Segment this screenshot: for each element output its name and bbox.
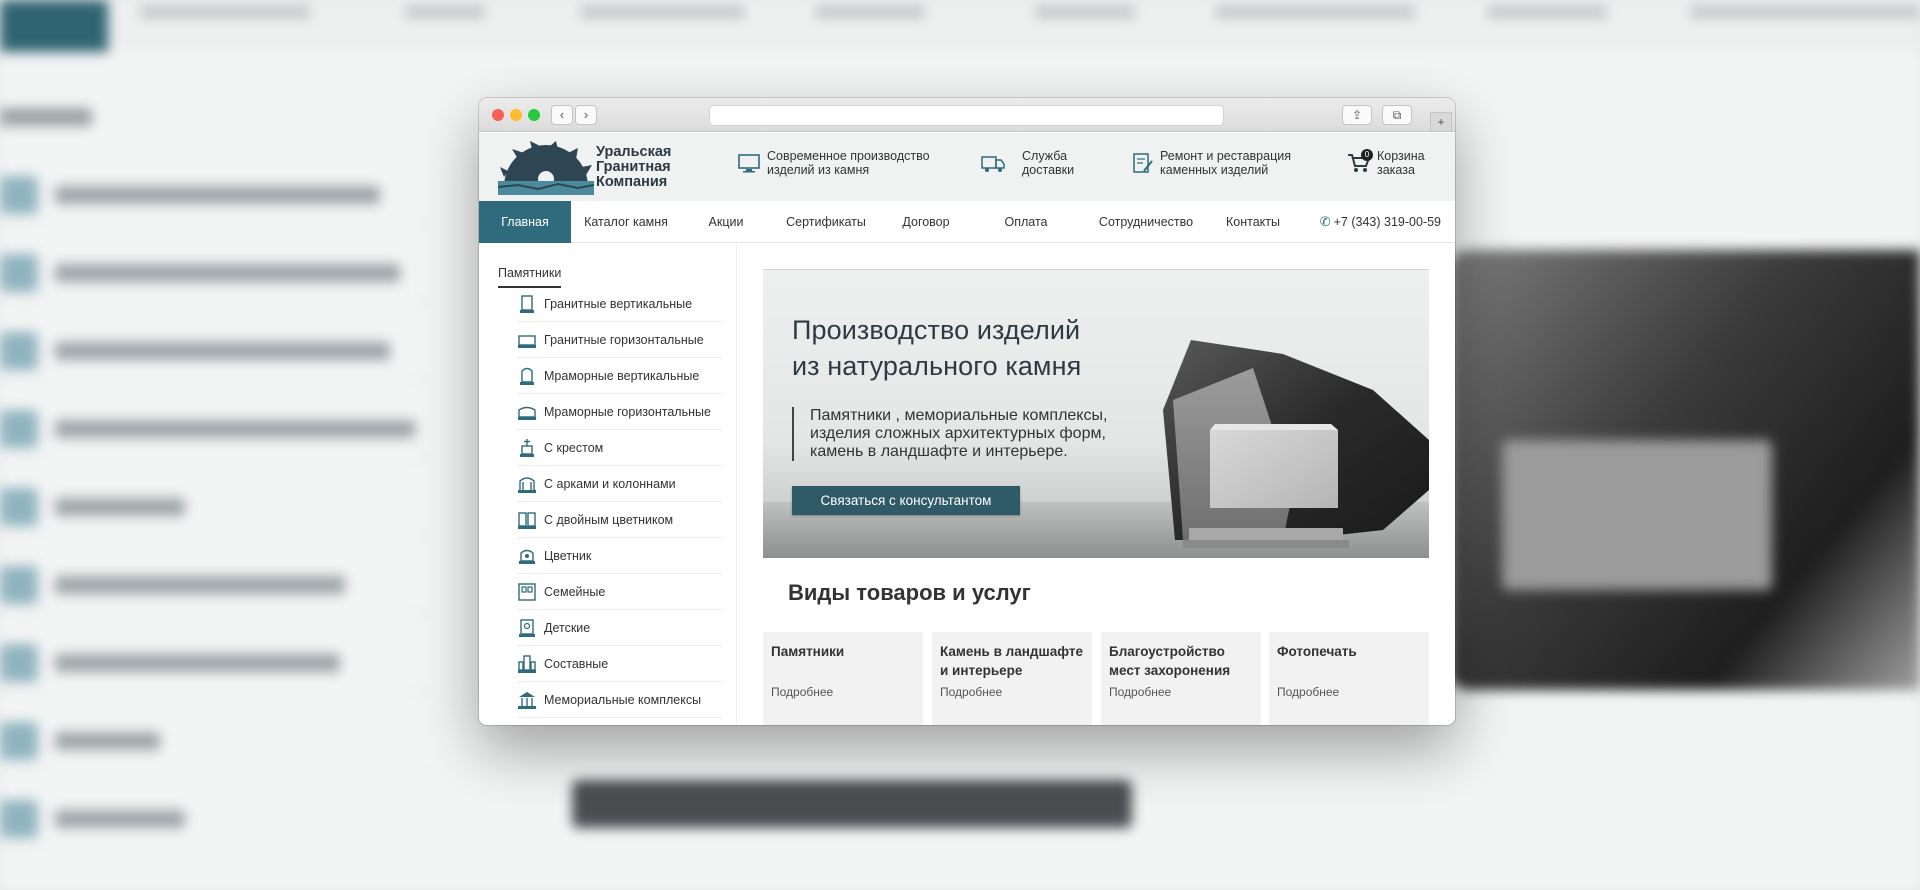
forward-button[interactable]: ›: [575, 105, 597, 125]
sidebar-item-memorial-complexes[interactable]: Мемориальные комплексы: [517, 682, 722, 718]
site-header: Уральская Гранитная Компания Современное…: [479, 133, 1455, 201]
browser-titlebar: ‹ › ⇪ ⧉ +: [479, 98, 1455, 132]
cart-count-badge: 0: [1361, 149, 1373, 161]
browser-window: ‹ › ⇪ ⧉ + Уральская Гранитная Компания С…: [479, 98, 1455, 725]
sidebar-title[interactable]: Памятники: [498, 266, 562, 288]
marble-horizontal-icon: [518, 406, 536, 420]
service-card-monuments[interactable]: Памятники Подробнее: [763, 632, 923, 725]
arch-columns-icon: [518, 477, 536, 493]
blurred-nav-bar: [0, 0, 1920, 52]
hero-banner: Производство изделий из натурального камн…: [763, 269, 1429, 558]
tabs-icon: ⧉: [1392, 108, 1402, 122]
more-link[interactable]: Подробнее: [1277, 685, 1339, 699]
monitor-icon: [738, 154, 760, 173]
share-icon: ⇪: [1351, 108, 1363, 122]
contact-consultant-button[interactable]: Связаться с консультантом: [792, 486, 1020, 515]
cross-monument-icon: [520, 439, 534, 457]
memorial-complex-icon: [518, 692, 536, 709]
granite-stone-image: [1163, 340, 1429, 548]
sidebar-item-marble-horizontal[interactable]: Мраморные горизонтальные: [517, 394, 722, 430]
sidebar-item-arches-columns[interactable]: С арками и колоннами: [517, 466, 722, 502]
nav-item-payment[interactable]: Оплата: [971, 201, 1081, 243]
services-title: Виды товаров и услуг: [788, 580, 1031, 605]
family-monument-icon: [518, 583, 536, 601]
sidebar: Памятники Гранитные вертикальные Гранитн…: [479, 243, 737, 725]
maximize-window-button[interactable]: [528, 109, 540, 121]
banner-title: Производство изделий из натурального камн…: [792, 315, 1082, 381]
address-bar[interactable]: [709, 105, 1224, 126]
chevron-left-icon: ‹: [559, 107, 565, 122]
children-monument-icon: [519, 619, 535, 637]
composite-monument-icon: [518, 655, 536, 673]
show-tabs-button[interactable]: ⧉: [1382, 105, 1412, 125]
sidebar-item-granite-vertical[interactable]: Гранитные вертикальные: [517, 286, 722, 322]
truck-icon: [981, 156, 1005, 172]
sidebar-item-with-cross[interactable]: С крестом: [517, 430, 722, 466]
saw-blade-logo-icon: [498, 141, 594, 195]
back-button[interactable]: ‹: [551, 105, 573, 125]
new-tab-button[interactable]: +: [1430, 112, 1452, 132]
more-link[interactable]: Подробнее: [1109, 685, 1171, 699]
service-card-landscape[interactable]: Камень в ландшафте и интерьере Подробнее: [932, 632, 1092, 725]
nav-item-contacts[interactable]: Контакты: [1211, 201, 1295, 243]
sidebar-item-flowerbed[interactable]: Цветник: [517, 538, 722, 574]
close-window-button[interactable]: [492, 109, 504, 121]
cart-button[interactable]: 0 Корзина заказа: [1347, 149, 1447, 179]
nav-item-catalog[interactable]: Каталог камня: [571, 201, 681, 243]
sidebar-item-family[interactable]: Семейные: [517, 574, 722, 610]
plus-icon: +: [1437, 115, 1445, 129]
sidebar-item-double-flowerbed[interactable]: С двойным цветником: [517, 502, 722, 538]
phone-icon: ✆: [1319, 214, 1331, 229]
nav-item-contract[interactable]: Договор: [881, 201, 971, 243]
sidebar-item-composite[interactable]: Составные: [517, 646, 722, 682]
banner-description: Памятники , мемориальные комплексы, изде…: [792, 407, 1107, 461]
sidebar-item-granite-horizontal[interactable]: Гранитные горизонтальные: [517, 322, 722, 358]
horizontal-monument-icon: [518, 335, 536, 348]
chevron-right-icon: ›: [583, 107, 589, 122]
logo-text: Уральская Гранитная Компания: [596, 144, 672, 190]
sidebar-item-marble-vertical[interactable]: Мраморные вертикальные: [517, 358, 722, 394]
flowerbed-icon: [519, 549, 535, 564]
blurred-nav-active: [0, 0, 108, 52]
service-card-photoprint[interactable]: Фотопечать Подробнее: [1269, 632, 1429, 725]
main-nav: Главная Каталог камня Акции Сертификаты …: [479, 201, 1455, 243]
service-card-burial-improvement[interactable]: Благоустройство мест захоронения Подробне…: [1101, 632, 1261, 725]
sidebar-item-children[interactable]: Детские: [517, 610, 722, 646]
more-link[interactable]: Подробнее: [771, 685, 833, 699]
vertical-monument-icon: [520, 295, 534, 313]
nav-item-home[interactable]: Главная: [479, 201, 571, 243]
double-flowerbed-icon: [518, 512, 536, 529]
nav-item-certificates[interactable]: Сертификаты: [771, 201, 881, 243]
cart-label: Корзина заказа: [1377, 149, 1425, 177]
marble-vertical-icon: [520, 367, 534, 385]
nav-item-promotions[interactable]: Акции: [681, 201, 771, 243]
more-link[interactable]: Подробнее: [940, 685, 1002, 699]
repair-doc-icon: [1133, 153, 1153, 173]
site-logo[interactable]: Уральская Гранитная Компания: [498, 141, 688, 195]
minimize-window-button[interactable]: [510, 109, 522, 121]
nav-item-cooperation[interactable]: Сотрудничество: [1081, 201, 1211, 243]
phone-link[interactable]: ✆ +7 (343) 319-00-59: [1320, 201, 1441, 243]
share-button[interactable]: ⇪: [1342, 105, 1372, 125]
